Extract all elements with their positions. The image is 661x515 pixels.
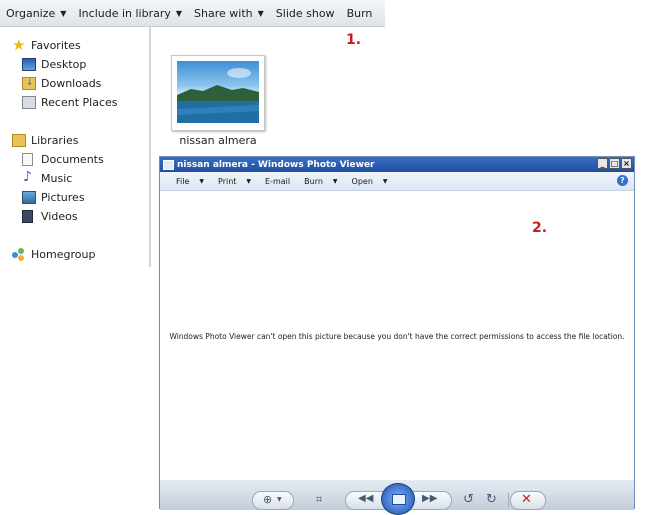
delete-icon: ✕ [521,492,532,507]
include-in-library-label: Include in library [78,6,171,20]
file-menu[interactable]: File ▼ [176,177,204,186]
nav-pictures[interactable]: Pictures [22,191,85,204]
rotate-clockwise-icon[interactable]: ↻ [486,492,497,507]
file-thumbnail[interactable] [171,55,265,131]
photo-viewer-app-icon [163,159,174,170]
explorer-toolbar: Organize ▼ Include in library ▼ Share with… [0,0,385,27]
email-button[interactable]: E-mail [265,177,290,186]
libraries-icon [12,134,26,147]
music-note-icon: ♪ [23,169,32,185]
nav-homegroup-label: Homegroup [31,248,96,261]
nav-documents-label: Documents [41,153,104,166]
dropdown-arrow-icon: ▼ [257,8,264,18]
share-with-button[interactable]: Share with ▼ [188,0,270,26]
zoom-button[interactable]: ⊕ ▼ [252,491,294,510]
pictures-icon [22,191,36,204]
viewer-title-bar[interactable]: nissan almera - Windows Photo Viewer _ □… [160,157,634,172]
nav-favorites-label: Favorites [31,39,81,52]
desktop-icon [22,58,36,71]
dropdown-arrow-icon: ▼ [60,8,67,18]
slide-show-button[interactable]: Slide show [270,0,341,26]
photo-viewer-window: nissan almera - Windows Photo Viewer _ □… [159,156,635,515]
slide-show-label: Slide show [275,6,335,20]
dropdown-arrow-icon: ▼ [175,8,183,18]
downloads-folder-icon: ↓ [22,77,36,90]
toolbar-divider [508,493,509,507]
landscape-picture [177,68,259,123]
open-menu[interactable]: Open ▼ [352,177,388,186]
nav-downloads[interactable]: ↓ Downloads [22,77,101,90]
permission-error-message: Windows Photo Viewer can't open this pic… [169,332,625,341]
videos-icon [22,210,33,223]
nav-music[interactable]: ♪ Music [22,169,73,185]
maximize-button[interactable]: □ [609,158,620,169]
help-icon[interactable]: ? [617,175,628,186]
nav-recent-places-label: Recent Places [41,96,118,109]
dropdown-arrow-icon: ▼ [199,177,205,185]
close-button[interactable]: × [621,158,632,169]
dropdown-arrow-icon: ▼ [246,177,252,185]
documents-icon [22,153,33,166]
next-icon[interactable]: ▶▶ [422,493,437,504]
delete-button[interactable]: ✕ [510,491,546,510]
burn-menu-label: Burn [304,176,323,186]
navigation-pane-divider[interactable] [149,27,151,267]
nav-videos[interactable]: Videos [22,210,78,223]
rotate-counterclockwise-icon[interactable]: ↺ [463,492,474,507]
nav-desktop[interactable]: Desktop [22,58,86,71]
nav-libraries[interactable]: Libraries [12,134,79,147]
dropdown-arrow-icon: ▼ [382,177,388,185]
magnifier-icon: ⊕ [263,493,273,506]
nav-music-label: Music [41,172,73,185]
viewer-control-bar: ⊕ ▼ ⌗ ◀◀ ▶▶ ↺ ↻ ✕ [160,480,634,515]
window-controls: _ □ × [596,158,632,169]
file-menu-label: File [176,176,190,186]
nav-videos-label: Videos [41,210,78,223]
homegroup-icon [12,248,26,261]
email-button-label: E-mail [265,176,291,186]
previous-icon[interactable]: ◀◀ [358,493,373,504]
annotation-1: 1. [346,32,362,48]
nav-desktop-label: Desktop [41,58,87,71]
file-name-label[interactable]: nissan almera [158,134,278,147]
recent-places-icon [22,96,36,109]
share-with-label: Share with [194,6,253,20]
nav-homegroup[interactable]: Homegroup [12,248,95,261]
actual-size-icon[interactable]: ⌗ [316,493,322,507]
dropdown-arrow-icon: ▼ [277,496,282,503]
viewer-title: nissan almera - Windows Photo Viewer [177,159,375,170]
burn-menu[interactable]: Burn ▼ [304,177,337,186]
organize-label: Organize [6,6,56,20]
include-in-library-button[interactable]: Include in library ▼ [72,0,188,26]
thumbnail-image [177,61,259,123]
burn-label: Burn [346,6,373,20]
print-menu-label: Print [218,176,237,186]
burn-button[interactable]: Burn [341,0,379,26]
nav-recent-places[interactable]: Recent Places [22,96,118,109]
viewer-menu-bar: File ▼ Print ▼ E-mail Burn ▼ Open ▼ ? [160,172,634,191]
nav-documents[interactable]: Documents [22,153,104,166]
nav-pictures-label: Pictures [41,191,85,204]
slide-show-icon[interactable] [381,483,415,515]
nav-favorites[interactable]: ★ Favorites [12,36,81,54]
annotation-2: 2. [532,220,548,236]
dropdown-arrow-icon: ▼ [332,177,338,185]
print-menu[interactable]: Print ▼ [218,177,251,186]
minimize-button[interactable]: _ [597,158,608,169]
nav-libraries-label: Libraries [31,134,79,147]
organize-button[interactable]: Organize ▼ [0,0,72,26]
star-icon: ★ [12,36,26,54]
open-menu-label: Open [351,176,373,186]
nav-downloads-label: Downloads [41,77,102,90]
